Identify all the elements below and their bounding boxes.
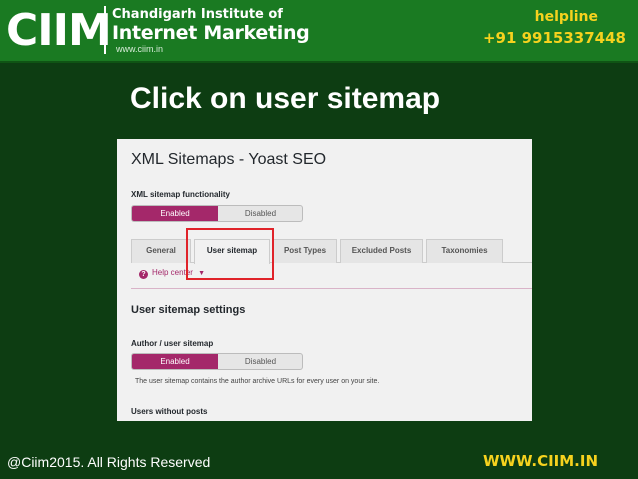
- disabled-option[interactable]: Disabled: [218, 206, 302, 221]
- tab-post-types[interactable]: Post Types: [273, 239, 337, 263]
- section-title: User sitemap settings: [131, 304, 246, 316]
- help-divider: [131, 288, 532, 289]
- ciim-logo: CIIM: [6, 5, 112, 56]
- website-link[interactable]: WWW.CIIM.IN: [483, 452, 598, 470]
- logo-divider: [104, 6, 106, 54]
- tab-general[interactable]: General: [131, 239, 191, 263]
- users-without-posts-label: Users without posts: [131, 407, 208, 416]
- tab-excluded-posts[interactable]: Excluded Posts: [340, 239, 423, 263]
- highlight-box: [186, 228, 274, 280]
- disabled-option[interactable]: Disabled: [218, 354, 302, 369]
- institute-url: www.ciim.in: [116, 44, 164, 54]
- xml-sitemap-functionality-toggle[interactable]: Enabled Disabled: [131, 205, 303, 222]
- helpline-number: +91 9915337448: [482, 29, 626, 47]
- institute-name-line2: Internet Marketing: [112, 22, 310, 44]
- header-banner: CIIM Chandigarh Institute of Internet Ma…: [0, 0, 638, 63]
- author-sitemap-toggle[interactable]: Enabled Disabled: [131, 353, 303, 370]
- slide-title: Click on user sitemap: [130, 82, 441, 115]
- author-sitemap-description: The user sitemap contains the author arc…: [135, 378, 380, 385]
- xml-sitemap-functionality-label: XML sitemap functionality: [131, 190, 230, 199]
- page-title: XML Sitemaps - Yoast SEO: [131, 151, 327, 168]
- enabled-option[interactable]: Enabled: [132, 206, 218, 221]
- yoast-screenshot-panel: XML Sitemaps - Yoast SEO XML sitemap fun…: [117, 139, 532, 421]
- institute-name-line1: Chandigarh Institute of: [112, 7, 283, 22]
- copyright-text: @Ciim2015. All Rights Reserved: [7, 454, 211, 470]
- helpline-label: helpline: [534, 9, 598, 25]
- tab-taxonomies[interactable]: Taxonomies: [426, 239, 503, 263]
- enabled-option[interactable]: Enabled: [132, 354, 218, 369]
- author-sitemap-label: Author / user sitemap: [131, 339, 214, 348]
- help-icon: ?: [139, 270, 148, 279]
